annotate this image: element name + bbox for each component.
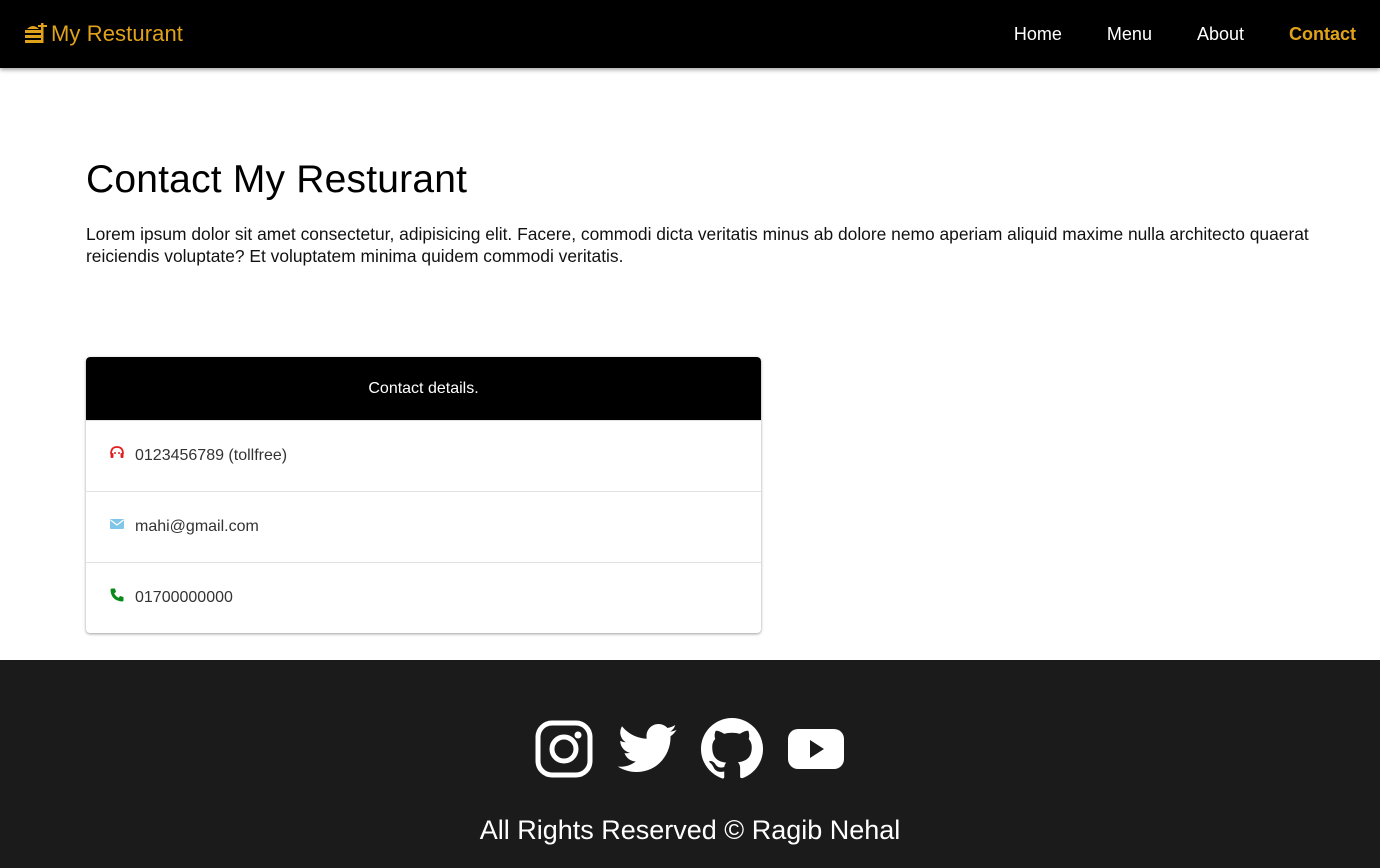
card-header: Contact details.	[86, 357, 761, 420]
contact-details-card: Contact details. 0123456789 (tollfree) m…	[86, 357, 761, 633]
navbar: My Resturant Home Menu About Contact	[0, 0, 1380, 68]
nav-contact[interactable]: Contact	[1289, 24, 1356, 45]
tollfree-number: 0123456789 (tollfree)	[135, 447, 288, 464]
footer: All Rights Reserved © Ragib Nehal	[0, 660, 1380, 868]
mail-icon	[109, 516, 125, 532]
nav-home[interactable]: Home	[1014, 24, 1062, 45]
youtube-icon[interactable]	[784, 717, 848, 781]
page-title: Contact My Resturant	[86, 158, 468, 201]
social-links	[0, 717, 1380, 781]
headset-icon	[109, 445, 125, 461]
email-address: mahi@gmail.com	[135, 518, 259, 535]
restaurant-logo-icon	[24, 18, 51, 46]
github-icon[interactable]	[700, 717, 764, 781]
nav-menu[interactable]: Menu	[1107, 24, 1152, 45]
phone-number: 01700000000	[135, 589, 233, 606]
contact-row-email: mahi@gmail.com	[86, 491, 761, 562]
brand-name: My Resturant	[51, 21, 184, 46]
contact-row-tollfree: 0123456789 (tollfree)	[86, 420, 761, 491]
intro-paragraph: Lorem ipsum dolor sit amet consectetur, …	[86, 224, 1309, 266]
nav-about[interactable]: About	[1197, 24, 1244, 45]
nav-links: Home Menu About Contact	[969, 24, 1356, 45]
twitter-icon[interactable]	[616, 717, 680, 781]
phone-icon	[109, 587, 125, 603]
contact-row-phone: 01700000000	[86, 562, 761, 633]
instagram-icon[interactable]	[532, 717, 596, 781]
copyright-text: All Rights Reserved © Ragib Nehal	[479, 815, 901, 845]
brand-link[interactable]: My Resturant	[24, 21, 183, 47]
